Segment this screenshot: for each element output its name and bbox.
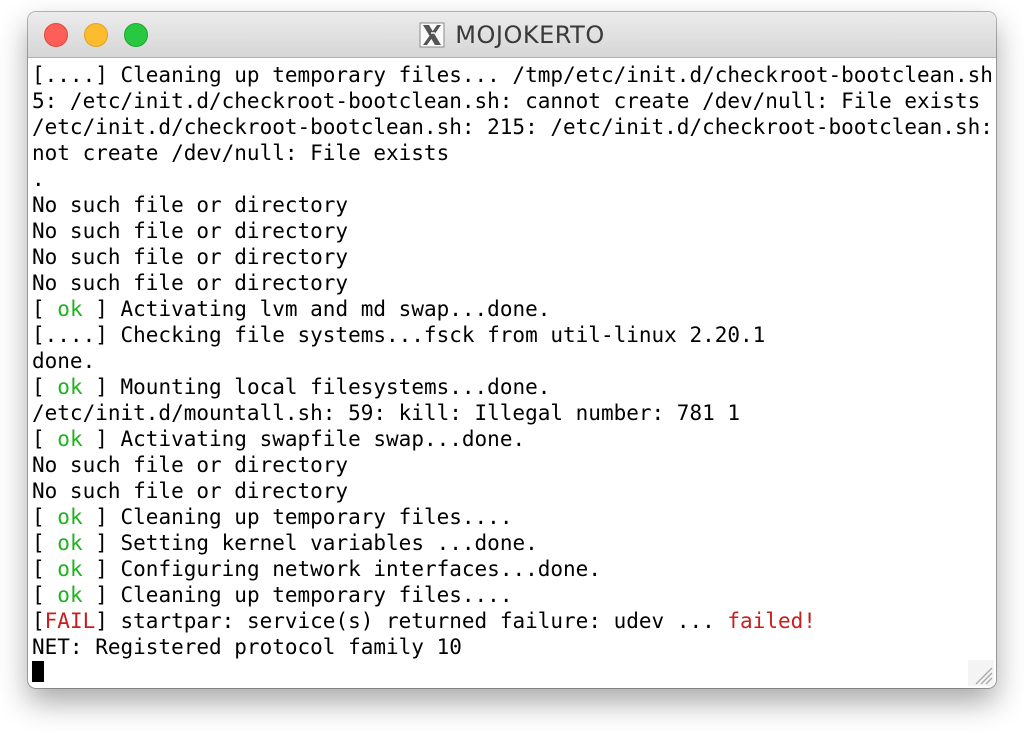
terminal-line: [ ok ] Mounting local filesystems...done… xyxy=(32,374,992,400)
status-ok-text: ok xyxy=(57,505,83,529)
terminal-line: No such file or directory xyxy=(32,270,992,296)
terminal-line: No such file or directory xyxy=(32,218,992,244)
status-fail-text: failed! xyxy=(727,609,816,633)
terminal-output[interactable]: [....] Cleaning up temporary files... /t… xyxy=(32,62,992,682)
terminal-text: ] Mounting local filesystems...done. xyxy=(82,375,551,399)
terminal-line: not create /dev/null: File exists xyxy=(32,140,992,166)
status-ok-text: ok xyxy=(57,531,83,555)
terminal-text: /etc/init.d/mountall.sh: 59: kill: Illeg… xyxy=(32,401,741,425)
terminal-text: [ xyxy=(32,583,58,607)
terminal-line: 5: /etc/init.d/checkroot-bootclean.sh: c… xyxy=(32,88,992,114)
status-ok-text: ok xyxy=(57,375,83,399)
terminal-line: [ ok ] Activating lvm and md swap...done… xyxy=(32,296,992,322)
terminal-text: ] Configuring network interfaces...done. xyxy=(82,557,601,581)
terminal-text: . xyxy=(32,167,45,191)
status-ok-text: ok xyxy=(57,297,83,321)
status-fail-text: FAIL xyxy=(44,609,96,633)
x11-icon xyxy=(419,22,445,48)
title-bar[interactable]: MOJOKERTO xyxy=(28,12,996,58)
terminal-text: not create /dev/null: File exists xyxy=(32,141,450,165)
terminal-line: [ ok ] Setting kernel variables ...done. xyxy=(32,530,992,556)
terminal-text: ] Cleaning up temporary files.... xyxy=(82,583,513,607)
terminal-text: No such file or directory xyxy=(32,245,349,269)
terminal-text: No such file or directory xyxy=(32,271,349,295)
terminal-line: [ ok ] Configuring network interfaces...… xyxy=(32,556,992,582)
terminal-text: [....] Cleaning up temporary files... /t… xyxy=(32,63,992,87)
terminal-text: [ xyxy=(32,427,58,451)
status-ok-text: ok xyxy=(57,427,83,451)
terminal-line: [FAIL] startpar: service(s) returned fai… xyxy=(32,608,992,634)
terminal-line: [....] Checking file systems...fsck from… xyxy=(32,322,992,348)
terminal-line: . xyxy=(32,166,992,192)
terminal-text: [ xyxy=(32,557,58,581)
window-title: MOJOKERTO xyxy=(455,21,605,49)
terminal-text: [ xyxy=(32,531,58,555)
terminal-text: [....] Checking file systems...fsck from… xyxy=(32,323,766,347)
terminal-line: [ ok ] Activating swapfile swap...done. xyxy=(32,426,992,452)
text-cursor xyxy=(32,661,44,682)
terminal-line: NET: Registered protocol family 10 xyxy=(32,634,992,660)
terminal-text: 5: /etc/init.d/checkroot-bootclean.sh: c… xyxy=(32,89,981,113)
terminal-text: [ xyxy=(32,297,58,321)
window-title-area: MOJOKERTO xyxy=(28,12,996,58)
terminal-text: No such file or directory xyxy=(32,219,349,243)
terminal-line: [....] Cleaning up temporary files... /t… xyxy=(32,62,992,88)
terminal-text: ] Activating swapfile swap...done. xyxy=(82,427,526,451)
terminal-line: [ ok ] Cleaning up temporary files.... xyxy=(32,504,992,530)
terminal-text: [ xyxy=(32,375,58,399)
status-ok-text: ok xyxy=(57,557,83,581)
terminal-text: No such file or directory xyxy=(32,453,349,477)
terminal-text: No such file or directory xyxy=(32,193,349,217)
terminal-line: No such file or directory xyxy=(32,244,992,270)
terminal-text: [ xyxy=(32,505,58,529)
terminal-text: No such file or directory xyxy=(32,479,349,503)
terminal-line: done. xyxy=(32,348,992,374)
terminal-text: ] Cleaning up temporary files.... xyxy=(82,505,513,529)
terminal-line: No such file or directory xyxy=(32,478,992,504)
prompt-line[interactable] xyxy=(32,660,992,682)
terminal-line: /etc/init.d/checkroot-bootclean.sh: 215:… xyxy=(32,114,992,140)
terminal-text: NET: Registered protocol family 10 xyxy=(32,635,462,659)
terminal-line: [ ok ] Cleaning up temporary files.... xyxy=(32,582,992,608)
terminal-line: No such file or directory xyxy=(32,452,992,478)
terminal-line: /etc/init.d/mountall.sh: 59: kill: Illeg… xyxy=(32,400,992,426)
resize-grip-icon[interactable] xyxy=(968,660,994,686)
status-ok-text: ok xyxy=(57,583,83,607)
terminal-text: ] startpar: service(s) returned failure:… xyxy=(95,609,728,633)
terminal-window: MOJOKERTO [....] Cleaning up temporary f… xyxy=(28,12,996,688)
terminal-text: [ xyxy=(32,609,45,633)
terminal-line: No such file or directory xyxy=(32,192,992,218)
terminal-text: done. xyxy=(32,349,96,373)
terminal-text: /etc/init.d/checkroot-bootclean.sh: 215:… xyxy=(32,115,992,139)
terminal-text: ] Activating lvm and md swap...done. xyxy=(82,297,551,321)
terminal-text: ] Setting kernel variables ...done. xyxy=(82,531,538,555)
